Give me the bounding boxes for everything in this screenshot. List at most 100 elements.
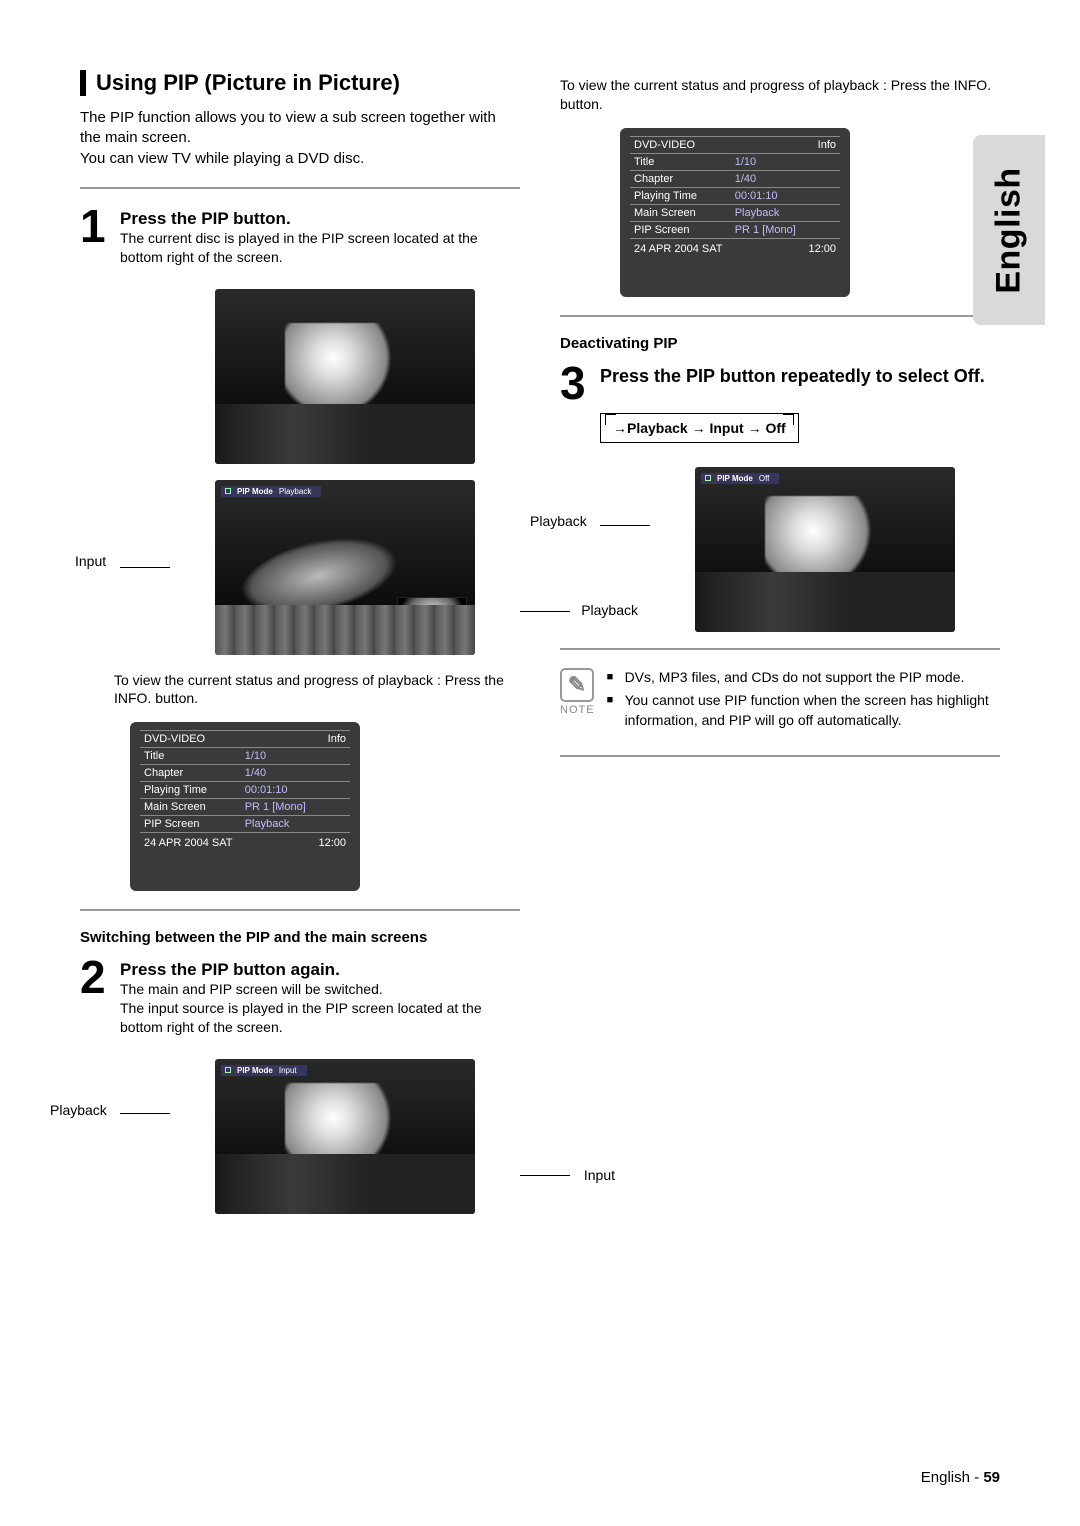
info-osd-1: DVD-VIDEO Info Title1/10 Chapter1/40 Play…	[130, 722, 360, 891]
switching-heading: Switching between the PIP and the main s…	[80, 929, 520, 946]
osd1-info: Info	[313, 731, 350, 748]
step-1-illustration-bottom: PIP Mode Playback Input Playback	[170, 480, 520, 655]
divider	[80, 187, 520, 189]
step-3-title: Press the PIP button repeatedly to selec…	[600, 364, 985, 387]
callout-line-right-2	[520, 1175, 570, 1176]
osd1-date: 24 APR 2004 SAT	[140, 833, 241, 852]
step-2-illustration: PIP Mode Input Playback Input	[170, 1059, 520, 1214]
pip-icon	[225, 488, 231, 494]
osd2-r2v: 00:01:10	[731, 187, 803, 204]
step-1-number: 1	[80, 207, 114, 281]
pip-cycle-sequence: →Playback → Input → Off	[600, 413, 799, 443]
pip-sub-window	[397, 597, 467, 647]
deactivating-heading: Deactivating PIP	[560, 335, 1000, 352]
page-footer: English - 59	[921, 1469, 1000, 1486]
osd2-r4k: PIP Screen	[630, 221, 731, 238]
step-2-body: The main and PIP screen will be switched…	[120, 980, 520, 1037]
osd2-date: 24 APR 2004 SAT	[630, 238, 731, 257]
osd-strip-mode-3: PIP Mode	[717, 474, 753, 483]
osd1-r0k: Title	[140, 748, 241, 765]
step-1-after-text: To view the current status and progress …	[114, 671, 520, 709]
step-3-illustration: PIP Mode Off Playback	[650, 467, 1000, 632]
callout-line-left	[120, 567, 170, 568]
osd2-r0k: Title	[630, 153, 731, 170]
divider	[560, 755, 1000, 757]
page-body: Using PIP (Picture in Picture) The PIP f…	[0, 0, 1080, 1270]
step-2-header: 2 Press the PIP button again. The main a…	[80, 958, 520, 1051]
osd-strip-2: PIP Mode Input	[221, 1065, 307, 1076]
callout-line-left-2	[120, 1113, 170, 1114]
rose-image-2: PIP Mode Input	[215, 1059, 475, 1214]
osd1-time: 12:00	[313, 833, 350, 852]
footer-lang: English	[921, 1469, 970, 1486]
divider	[560, 648, 1000, 650]
osd1-r2v: 00:01:10	[241, 782, 313, 799]
left-column: Using PIP (Picture in Picture) The PIP f…	[80, 70, 520, 1230]
note-list: DVs, MP3 files, and CDs do not support t…	[607, 668, 1000, 735]
language-tab-label: English	[990, 167, 1029, 293]
note-icon: ✎	[560, 668, 594, 702]
osd1-r3k: Main Screen	[140, 799, 241, 816]
note-item-2: You cannot use PIP function when the scr…	[607, 691, 1000, 730]
note-item-1: DVs, MP3 files, and CDs do not support t…	[607, 668, 1000, 688]
language-tab: English	[973, 135, 1045, 325]
osd-strip-value: Playback	[279, 487, 311, 496]
pip-icon	[225, 1067, 231, 1073]
osd1-r4v: Playback	[241, 816, 313, 833]
osd2-r1v: 1/40	[731, 170, 803, 187]
note-block: ✎ NOTE DVs, MP3 files, and CDs do not su…	[560, 668, 1000, 735]
osd1-r4k: PIP Screen	[140, 816, 241, 833]
rose-image-3: PIP Mode Off	[695, 467, 955, 632]
footer-page: 59	[983, 1469, 1000, 1486]
step-1-header: 1 Press the PIP button. The current disc…	[80, 207, 520, 281]
pip-sub-window-2	[397, 1156, 467, 1206]
osd-strip-1: PIP Mode Playback	[221, 486, 321, 497]
callout-label-playback-2: Playback	[50, 1102, 107, 1118]
callout-label-input-2: Input	[584, 1167, 615, 1183]
dolphin-image: PIP Mode Playback	[215, 480, 475, 655]
osd2-header: DVD-VIDEO	[630, 136, 731, 153]
osd1-r2k: Playing Time	[140, 782, 241, 799]
callout-line-right	[520, 611, 570, 612]
right-intro-text: To view the current status and progress …	[560, 76, 1000, 114]
callout-label-playback: Playback	[581, 602, 638, 618]
osd2-r0v: 1/10	[731, 153, 803, 170]
osd1-r0v: 1/10	[241, 748, 313, 765]
osd2-r4v: PR 1 [Mono]	[731, 221, 803, 238]
step-3-header: 3 Press the PIP button repeatedly to sel…	[560, 364, 1000, 403]
right-column: To view the current status and progress …	[560, 70, 1000, 1230]
step-1-title: Press the PIP button.	[120, 207, 520, 229]
step-2-number: 2	[80, 958, 114, 1051]
osd1-r3v: PR 1 [Mono]	[241, 799, 313, 816]
osd2-info: Info	[803, 136, 840, 153]
rose-image	[215, 289, 475, 464]
callout-line-left-3	[600, 525, 650, 526]
callout-label-playback-3: Playback	[530, 513, 587, 529]
osd-strip-3: PIP Mode Off	[701, 473, 779, 484]
osd2-time: 12:00	[803, 238, 840, 257]
section-title: Using PIP (Picture in Picture)	[80, 70, 520, 96]
intro-text: The PIP function allows you to view a su…	[80, 108, 520, 169]
osd1-r1k: Chapter	[140, 765, 241, 782]
osd-strip-value-3: Off	[759, 474, 770, 483]
osd-strip-mode-2: PIP Mode	[237, 1066, 273, 1075]
callout-label-input: Input	[75, 553, 106, 569]
divider	[80, 909, 520, 911]
step-3-number: 3	[560, 364, 594, 403]
footer-sep: -	[970, 1469, 983, 1486]
osd2-r3k: Main Screen	[630, 204, 731, 221]
osd-strip-value-2: Input	[279, 1066, 297, 1075]
divider	[560, 315, 1000, 317]
note-icon-col: ✎ NOTE	[560, 668, 595, 716]
step-1-illustration-top	[170, 289, 520, 464]
osd1-r1v: 1/40	[241, 765, 313, 782]
step-2-title: Press the PIP button again.	[120, 958, 520, 980]
pip-icon	[705, 475, 711, 481]
osd1-header: DVD-VIDEO	[140, 731, 241, 748]
osd2-r1k: Chapter	[630, 170, 731, 187]
osd2-r3v: Playback	[731, 204, 803, 221]
osd-strip-mode: PIP Mode	[237, 487, 273, 496]
osd2-r2k: Playing Time	[630, 187, 731, 204]
info-osd-2: DVD-VIDEO Info Title1/10 Chapter1/40 Play…	[620, 128, 850, 297]
step-1-body: The current disc is played in the PIP sc…	[120, 229, 520, 267]
